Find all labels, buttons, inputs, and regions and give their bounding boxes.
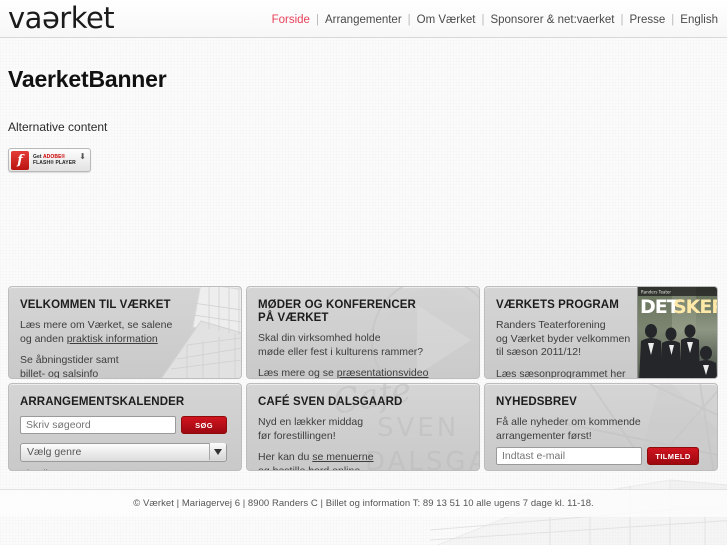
newsletter-submit-button[interactable]: TILMELD (647, 447, 699, 465)
newsletter-signup-row: TILMELD (496, 447, 706, 465)
box-newsletter-line2: arrangementer først! (496, 429, 592, 442)
box-welcome-spacer (20, 346, 230, 354)
nav-separator: | (407, 14, 411, 26)
nav-item-sponsorer[interactable]: Sponsorer & net:vaerket (489, 14, 615, 26)
nav-item-english[interactable]: English (679, 14, 719, 26)
box-cafe-body2: Her kan du se menuerne og bestille bord … (258, 451, 468, 471)
email-field[interactable] (496, 447, 642, 465)
alternative-content-label: Alternative content (8, 120, 108, 134)
box-program[interactable]: Randers Teater DET SKER! (484, 286, 718, 379)
box-welcome-title: VELKOMMEN TIL VÆRKET (20, 299, 171, 311)
box-calendar-title: ARRANGEMENTSKALENDER (20, 396, 185, 408)
box-meetings-spacer (258, 359, 468, 367)
nav-separator: | (620, 14, 624, 26)
box-welcome[interactable]: VELKOMMEN TIL VÆRKET Læs mere om Værket,… (8, 286, 242, 379)
box-row-top: VELKOMMEN TIL VÆRKET Læs mere om Værket,… (8, 286, 719, 379)
nav-separator: | (481, 14, 485, 26)
search-input[interactable] (20, 416, 176, 434)
svg-text:SKER!: SKER! (673, 296, 718, 318)
main-navigation: Forside | Arrangementer | Om Værket | Sp… (271, 14, 719, 26)
poster-image-svg: Randers Teater DET SKER! (638, 287, 718, 378)
box-meetings-body2: Læs mere og se præsentationsvideo (258, 367, 468, 379)
nav-item-forside[interactable]: Forside (271, 14, 311, 26)
box-welcome-line1: Læs mere om Værket, se salene (20, 319, 173, 331)
box-cafe-body: Nyd en lækker middag før forestillingen! (258, 416, 468, 443)
page-root: vaǝrket Forside | Arrangementer | Om Vær… (0, 0, 727, 545)
box-welcome-line3: Se åbningstider samt (20, 354, 119, 366)
main-content: VaerketBanner Alternative content f Get … (0, 66, 727, 172)
link-saesonprogram[interactable]: Læs sæsonprogrammet her (496, 368, 626, 379)
box-cafe-line2: før forestillingen! (258, 429, 336, 442)
box-event-calendar: ARRANGEMENTSKALENDER SØG Vælg genre Vi (8, 383, 242, 471)
search-button[interactable]: SØG (181, 416, 227, 434)
page-title: VaerketBanner (8, 66, 167, 92)
link-bestille-bord-online[interactable]: bestille bord online (273, 465, 361, 471)
link-vis-alle-arrangementer[interactable]: Vis alle arrangementer (20, 468, 125, 470)
flash-player-label: FLASH® PLAYER (33, 160, 76, 166)
content-box-grid: VELKOMMEN TIL VÆRKET Læs mere om Værket,… (8, 286, 719, 475)
download-arrow-icon: ⬇ (79, 152, 86, 161)
box-cafe[interactable]: Café SVEN DALSGA CAFÉ SVEN DALSGAARD Nyd… (246, 383, 480, 471)
box-cafe-line4-prefix: og (258, 464, 273, 471)
link-praktisk-information[interactable]: praktisk information (67, 333, 158, 345)
box-meetings[interactable]: MØDER OG KONFERENCER PÅ VÆRKET Skal din … (246, 286, 480, 379)
nav-separator: | (315, 14, 319, 26)
box-cafe-title: CAFÉ SVEN DALSGAARD (258, 396, 403, 408)
box-welcome-body: Læs mere om Værket, se salene og anden p… (20, 319, 230, 346)
box-program-line1: Randers Teaterforening (496, 319, 606, 331)
calendar-search-row: SØG (20, 416, 230, 434)
box-meetings-body: Skal din virksomhed holde møde eller fes… (258, 332, 468, 359)
box-meetings-line1: Skal din virksomhed holde (258, 332, 381, 344)
flash-logo-icon: f (11, 150, 29, 170)
season-program-poster[interactable]: Randers Teater DET SKER! (637, 287, 718, 378)
genre-select[interactable]: Vælg genre (20, 442, 227, 462)
box-program-line3: til sæson 2011/12! (496, 346, 582, 358)
box-newsletter-body: Få alle nyheder om kommende arrangemente… (496, 416, 706, 443)
site-footer: © Værket | Mariagervej 6 | 8900 Randers … (0, 489, 727, 517)
nav-item-om-vaerket[interactable]: Om Værket (416, 14, 477, 26)
box-row-bottom: ARRANGEMENTSKALENDER SØG Vælg genre Vi (8, 383, 719, 471)
genre-select-wrapper[interactable]: Vælg genre (20, 442, 227, 462)
link-se-menuerne[interactable]: se menuerne (312, 451, 373, 463)
box-cafe-line1: Nyd en lækker middag (258, 416, 364, 428)
site-logo[interactable]: vaǝrket (8, 1, 115, 35)
box-cafe-line3-prefix: Her kan du (258, 451, 313, 463)
box-meetings-title: MØDER OG KONFERENCER PÅ VÆRKET (258, 299, 468, 325)
link-praesentationsvideo[interactable]: præsentationsvideo (337, 367, 429, 378)
nav-item-presse[interactable]: Presse (628, 14, 666, 26)
box-newsletter-title: NYHEDSBREV (496, 396, 577, 408)
box-meetings-title-line1: MØDER OG KONFERENCER (258, 299, 416, 311)
site-header: vaǝrket Forside | Arrangementer | Om Vær… (0, 0, 727, 38)
box-program-line2: og Værket byder velkommen (496, 332, 631, 345)
box-newsletter: NYHEDSBREV Få alle nyheder om kommende a… (484, 383, 718, 471)
box-cafe-spacer (258, 443, 468, 451)
flash-badge-text: Get ADOBE® FLASH® PLAYER (33, 154, 76, 166)
logo-text: vaǝrket (8, 1, 115, 35)
footer-text: © Værket | Mariagervej 6 | 8900 Randers … (133, 498, 594, 509)
box-meetings-title-line2: PÅ VÆRKET (258, 312, 329, 324)
nav-separator: | (671, 14, 675, 26)
box-newsletter-line1: Få alle nyheder om kommende (496, 416, 641, 428)
nav-item-arrangementer[interactable]: Arrangementer (324, 14, 403, 26)
box-welcome-line2-prefix: og anden (20, 332, 67, 345)
link-billet-og-salsinfo[interactable]: billet- og salsinfo (20, 368, 98, 379)
box-welcome-body2: Se åbningstider samt billet- og salsinfo (20, 354, 230, 379)
logo-ae-glyph: ǝ (41, 1, 60, 35)
box-meetings-line2: møde eller fest i kulturens rammer? (258, 345, 424, 358)
get-flash-player-badge[interactable]: f Get ADOBE® FLASH® PLAYER ⬇ (8, 148, 91, 172)
svg-text:Randers Teater: Randers Teater (641, 290, 671, 295)
box-meetings-line3-prefix: Læs mere og se (258, 367, 337, 379)
